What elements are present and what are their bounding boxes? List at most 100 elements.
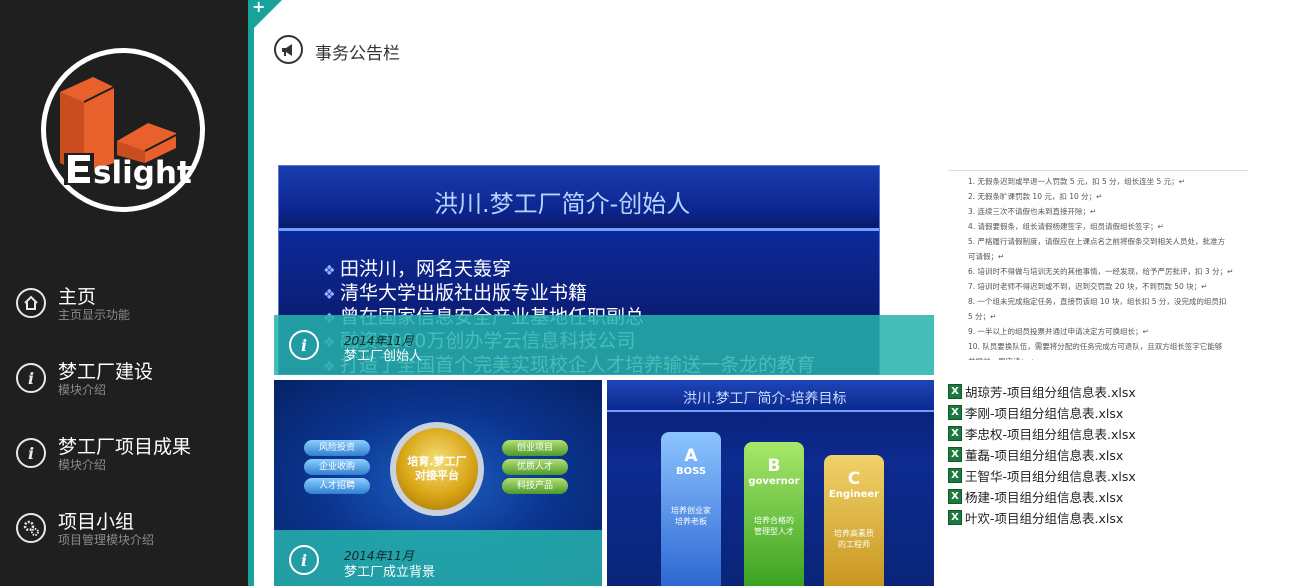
megaphone-icon xyxy=(274,35,303,64)
document-lines: 1. 无假条迟到或早退一人罚款 5 元，扣 5 分，组长连坐 5 元；↵ 2. 无… xyxy=(968,174,1233,360)
platform-item: 科技产品 xyxy=(502,478,568,494)
document-line: 可请假；↵ xyxy=(968,252,1005,261)
nav-subtitle: 模块介绍 xyxy=(58,458,107,472)
bullet-item: ❖ 田洪川，网名天轰穿 xyxy=(323,254,815,280)
document-line: 并提前一周申请；↵ xyxy=(968,354,1233,360)
logo-text: slight xyxy=(93,155,192,191)
document-line: 5. 严格履行请假制度，请假应在上课点名之前将假条交到相关人员处，批准方 xyxy=(968,237,1226,246)
excel-file-icon: X xyxy=(948,405,962,420)
file-name: 胡琼芳-项目组分组信息表.xlsx xyxy=(965,385,1136,400)
excel-file-icon: X xyxy=(948,426,962,441)
slide-title: 洪川.梦工厂简介-培养目标 xyxy=(683,391,847,407)
nav-title: 项目小组 xyxy=(58,511,135,533)
nav-title: 梦工厂建设 xyxy=(58,361,154,383)
nav-title: 主页 xyxy=(58,286,97,308)
goal-letter: C xyxy=(847,469,861,489)
file-link[interactable]: X 叶欢-项目组分组信息表.xlsx xyxy=(948,507,1136,528)
file-name: 李刚-项目组分组信息表.xlsx xyxy=(965,406,1124,421)
caption-bar: i 2014年11月 梦工厂创始人 xyxy=(274,315,934,375)
document-preview[interactable]: 1. 无假条迟到或早退一人罚款 5 元，扣 5 分，组长连坐 5 元；↵ 2. 无… xyxy=(948,160,1248,360)
document-line: 8. 一个组未完成指定任务，直接罚该组 10 块，组长扣 5 分，没完成的组员扣 xyxy=(968,297,1227,306)
goal-desc: 培养高素质 的工程师 xyxy=(834,529,874,549)
nav-subtitle: 项目管理模块介绍 xyxy=(58,533,155,547)
document-line: 6. 培训时不得做与培训无关的其他事情，一经发现，给予严厉批评，扣 3 分；↵ xyxy=(968,267,1234,276)
file-link[interactable]: X 胡琼芳-项目组分组信息表.xlsx xyxy=(948,381,1136,402)
info-icon: i xyxy=(289,330,319,360)
caption-title: 梦工厂创始人 xyxy=(344,349,423,364)
platform-item: 创业项目 xyxy=(502,440,568,456)
nav-item-3[interactable]: 项目小组 项目管理模块介绍 xyxy=(16,507,236,557)
slide-title: 洪川.梦工厂简介-创始人 xyxy=(434,190,691,218)
nav-item-0[interactable]: 主页 主页显示功能 xyxy=(16,282,236,332)
excel-file-icon: X xyxy=(948,510,962,525)
goal-letter: A xyxy=(684,446,698,466)
center-label: 培育.梦工厂 对接平台 xyxy=(407,455,467,482)
goal-name: Engineer xyxy=(828,489,880,500)
file-name: 李忠权-项目组分组信息表.xlsx xyxy=(965,427,1136,442)
nav-item-1[interactable]: i 梦工厂建设 模块介绍 xyxy=(16,357,236,407)
bullet-diamond-icon: ❖ xyxy=(323,263,341,279)
platform-item: 风险投资 xyxy=(304,440,370,456)
gears-icon xyxy=(16,513,46,543)
bullet-item: ❖ 清华大学出版社出版专业书籍 xyxy=(323,278,815,304)
right-items: 创业项目优质人才科技产品 xyxy=(502,440,568,497)
nav-subtitle: 主页显示功能 xyxy=(58,308,131,322)
file-name: 董磊-项目组分组信息表.xlsx xyxy=(965,448,1124,463)
news-tile-background[interactable]: 风险投资企业收购人才招聘 创业项目优质人才科技产品 培育.梦工厂 对接平台 i … xyxy=(274,380,602,586)
file-name: 杨建-项目组分组信息表.xlsx xyxy=(965,490,1124,505)
file-name: 王智华-项目组分组信息表.xlsx xyxy=(965,469,1136,484)
divider-bar xyxy=(248,0,254,586)
slide-goals: 洪川.梦工厂简介-培养目标 A BOSS 培养创业家 培养老板 Bgovernor 培养… xyxy=(607,380,934,586)
file-link[interactable]: X 李忠权-项目组分组信息表.xlsx xyxy=(948,423,1136,444)
goal-box: Bgovernor 培养合格的 管理型人才 xyxy=(744,442,804,586)
notice-title: 事务公告栏 xyxy=(315,44,400,64)
bullet-diamond-icon: ❖ xyxy=(323,287,341,303)
home-icon xyxy=(16,288,46,318)
info-icon: i xyxy=(289,545,319,575)
document-line: 4. 请假要假条，组长请假杨建签字，组员请假组长签字；↵ xyxy=(968,222,1164,231)
platform-item: 企业收购 xyxy=(304,459,370,475)
file-list: X 胡琼芳-项目组分组信息表.xlsx X 李刚-项目组分组信息表.xlsx X 李忠权-… xyxy=(948,381,1136,528)
file-link[interactable]: X 王智华-项目组分组信息表.xlsx xyxy=(948,465,1136,486)
goal-name: BOSS xyxy=(675,466,707,477)
goal-name: governor xyxy=(748,476,800,487)
goal-desc: 培养合格的 管理型人才 xyxy=(754,516,794,536)
document-line: 5 分；↵ xyxy=(968,312,997,321)
goal-desc: 培养创业家 培养老板 xyxy=(671,506,711,526)
document-line: 2. 无假条旷课罚款 10 元，扣 10 分；↵ xyxy=(968,192,1103,201)
nav-item-2[interactable]: i 梦工厂项目成果 模块介绍 xyxy=(16,432,236,482)
document-line: 1. 无假条迟到或早退一人罚款 5 元，扣 5 分，组长连坐 5 元；↵ xyxy=(968,177,1185,186)
sidebar: slight 主页 主页显示功能 i 梦工厂建设 模块介绍 i 梦工厂项目成果 模块介绍 项目小… xyxy=(0,0,248,586)
eslight-logo: slight xyxy=(41,48,205,212)
excel-file-icon: X xyxy=(948,384,962,399)
nav-title: 梦工厂项目成果 xyxy=(58,436,192,458)
document-line: 3. 连续三次不请假也未到直接开除；↵ xyxy=(968,207,1097,216)
goal-letter: B xyxy=(767,456,781,476)
document-line: 9. 一半以上的组员投票并通过申请决定方可换组长；↵ xyxy=(968,327,1149,336)
caption-title: 梦工厂成立背景 xyxy=(344,565,436,580)
bullet-text: 清华大学出版社出版专业书籍 xyxy=(340,282,588,304)
info-icon: i xyxy=(16,438,46,468)
file-link[interactable]: X 董磊-项目组分组信息表.xlsx xyxy=(948,444,1136,465)
excel-file-icon: X xyxy=(948,468,962,483)
center-hub: 培育.梦工厂 对接平台 xyxy=(390,422,484,516)
platform-item: 人才招聘 xyxy=(304,478,370,494)
info-icon: i xyxy=(16,363,46,393)
file-name: 叶欢-项目组分组信息表.xlsx xyxy=(965,511,1124,526)
excel-file-icon: X xyxy=(948,447,962,462)
document-line: 7. 培训时老师不得迟到或不到，迟到交罚款 20 块，不到罚款 50 块；↵ xyxy=(968,282,1208,291)
news-tile-goals[interactable]: 洪川.梦工厂简介-培养目标 A BOSS 培养创业家 培养老板 Bgovernor 培养… xyxy=(607,380,934,586)
caption-bar: i 2014年11月 梦工厂成立背景 xyxy=(274,530,602,586)
goal-box: A BOSS 培养创业家 培养老板 xyxy=(661,432,721,586)
bullet-text: 田洪川，网名天轰穿 xyxy=(340,258,512,280)
nav-subtitle: 模块介绍 xyxy=(58,383,107,397)
left-items: 风险投资企业收购人才招聘 xyxy=(304,440,370,497)
excel-file-icon: X xyxy=(948,489,962,504)
file-link[interactable]: X 李刚-项目组分组信息表.xlsx xyxy=(948,402,1136,423)
document-line: 10. 队员要换队伍，需要将分配的任务完成方可退队，且双方组长签字它能够 xyxy=(968,342,1223,351)
news-tile-founder[interactable]: 洪川.梦工厂简介-创始人 ❖ 田洪川，网名天轰穿❖ 清华大学出版社出版专业书籍❖… xyxy=(274,165,934,375)
file-link[interactable]: X 杨建-项目组分组信息表.xlsx xyxy=(948,486,1136,507)
goal-box: C Engineer 培养高素质 的工程师 xyxy=(824,455,884,586)
platform-item: 优质人才 xyxy=(502,459,568,475)
plus-icon[interactable]: + xyxy=(252,0,265,16)
